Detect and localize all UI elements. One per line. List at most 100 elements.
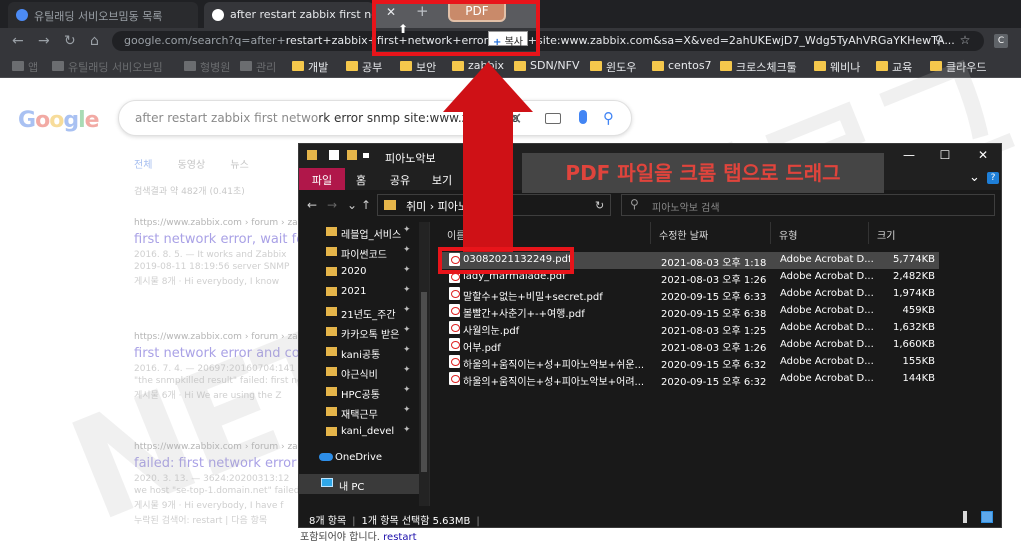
file-name: 하울의+움직이는+성+피아노악보+어려... [463, 377, 645, 388]
instruction-banner: PDF 파일을 크롬 탭으로 드래그 [522, 153, 884, 193]
bookmark-folder[interactable]: centos7 [652, 59, 712, 75]
nav-item[interactable]: 재택근무 ✦ [299, 402, 419, 422]
folder-icon [292, 61, 304, 71]
folder-icon [720, 61, 732, 71]
bookmark-item[interactable]: 형병원 [184, 59, 230, 75]
file-date: 2021-08-03 오후 1:18 [661, 258, 767, 269]
keyboard-icon[interactable] [545, 113, 561, 124]
pdf-file-icon [449, 304, 460, 317]
bookmark-folder[interactable]: 교육 [876, 59, 912, 75]
nav-item[interactable]: 파이썬코드 ✦ [299, 242, 419, 262]
nav-item[interactable]: HPC공통 ✦ [299, 382, 419, 402]
search-tabs: 전체 동영상 뉴스 [134, 156, 271, 171]
tab-home[interactable]: 홈 [351, 168, 371, 190]
forward-icon[interactable]: → [38, 33, 50, 49]
file-row[interactable]: 사월의눈.pdf 2021-08-03 오후 1:25 Adobe Acroba… [439, 320, 939, 337]
status-bar: 8개 항목 | 1개 항목 선택함 5.63MB | [299, 507, 1001, 527]
bookmark-folder[interactable]: 클라우드 [930, 59, 986, 75]
nav-item[interactable]: kani공통 ✦ [299, 342, 419, 362]
large-icons-view-icon[interactable] [981, 511, 993, 523]
forward-icon[interactable]: → [327, 198, 337, 212]
file-row[interactable]: 하울의+움직이는+성+피아노악보+어려... 2020-09-15 오후 6:3… [439, 371, 939, 388]
google-logo[interactable]: Google [18, 108, 100, 133]
tab-share[interactable]: 공유 [387, 168, 413, 190]
folder-icon [326, 307, 337, 316]
microphone-icon[interactable] [579, 110, 587, 124]
zoom-search-icon[interactable]: ⚲ [932, 33, 946, 47]
address-bar[interactable]: google.com/search?q=after+restart+zabbix… [112, 31, 984, 51]
bookmark-apps[interactable]: 앱 [12, 59, 38, 75]
help-icon[interactable]: ? [987, 172, 999, 184]
recent-locations-icon[interactable]: ⌄ [347, 198, 357, 212]
nav-item-onedrive[interactable]: OneDrive [299, 448, 419, 468]
folder-icon [326, 367, 337, 376]
result-title[interactable]: failed: first network error [134, 456, 304, 471]
nav-item[interactable]: kani_devel ✦ [299, 422, 419, 442]
bookmark-folder[interactable]: 공부 [346, 59, 382, 75]
file-row[interactable]: 말할수+없는+비밀+secret.pdf 2020-09-15 오후 6:33 … [439, 286, 939, 303]
properties-icon[interactable] [329, 150, 339, 160]
bookmark-folder[interactable]: 웨비나 [814, 59, 860, 75]
back-icon[interactable]: ← [307, 198, 317, 212]
file-size: 1,632KB [892, 322, 935, 333]
nav-item[interactable]: 2020 ✦ [299, 262, 419, 282]
tab-all[interactable]: 전체 [134, 160, 152, 171]
new-folder-icon[interactable] [347, 150, 357, 160]
quick-access-dropdown-icon[interactable] [363, 153, 369, 158]
minimize-icon[interactable]: — [899, 147, 919, 163]
bookmark-folder[interactable]: 크로스체크툴 [720, 59, 797, 75]
details-view-icon[interactable] [963, 511, 967, 523]
bookmark-item[interactable]: 유틸래딩 서비오브밈 [52, 59, 163, 75]
back-icon[interactable]: ← [12, 33, 24, 49]
file-row[interactable]: 볼빨간+사춘기+-+여행.pdf 2020-09-15 오후 6:38 Adob… [439, 303, 939, 320]
address-row: ← → ⌄ ↑ 취미 › 피아노악보 ↻ ⚲ 피아노악보 검색 [299, 190, 1001, 220]
search-query[interactable]: after restart zabbix first network error… [135, 111, 519, 125]
result-title[interactable]: first network error and con [134, 346, 304, 361]
nav-item[interactable]: 카카오톡 받은 ✦ [299, 322, 419, 342]
result-title[interactable]: first network error, wait for 15 s [134, 232, 304, 247]
bookmark-item[interactable]: 관리 [240, 59, 276, 75]
nav-item[interactable]: 야근식비 ✦ [299, 362, 419, 382]
tab-file[interactable]: 파일 [299, 168, 345, 190]
browser-tab-1[interactable]: 유틸래딩 서비오브밈동 목록 [8, 2, 198, 28]
nav-item[interactable]: 레블업_서비스 ✦ [299, 222, 419, 242]
nav-item[interactable]: 21년도_주간 ✦ [299, 302, 419, 322]
result-snippet: "the snmpkilled result" failed: first ne [134, 376, 303, 386]
pdf-file-icon [449, 372, 460, 385]
bookmark-folder[interactable]: 개발 [292, 59, 328, 75]
highlight-box-file [438, 247, 574, 274]
up-folder-icon[interactable]: ↑ [361, 198, 371, 212]
folder-search-input[interactable]: ⚲ 피아노악보 검색 [621, 194, 995, 216]
refresh-icon[interactable]: ↻ [595, 199, 604, 212]
search-result: https://www.zabbix.com › forum › zabbix-… [134, 442, 304, 528]
file-row[interactable]: 어부.pdf 2021-08-03 오후 1:26 Adobe Acrobat … [439, 337, 939, 354]
file-type: Adobe Acrobat D... [780, 373, 874, 384]
file-row[interactable]: 하울의+움직이는+성+피아노악보+쉬운... 2020-09-15 오후 6:3… [439, 354, 939, 371]
maximize-icon[interactable]: ☐ [935, 147, 955, 163]
bookmark-folder[interactable]: 보안 [400, 59, 436, 75]
browser-tab-active[interactable]: after restart zabbix first netwo [204, 2, 374, 28]
folder-icon [652, 61, 664, 71]
column-header-type[interactable]: 유형 [771, 222, 869, 244]
nav-item[interactable]: 2021 ✦ [299, 282, 419, 302]
expand-ribbon-icon[interactable]: ⌄ [969, 170, 980, 185]
extension-icon[interactable]: C [994, 34, 1008, 48]
google-search-box[interactable]: after restart zabbix first network error… [118, 100, 632, 136]
nav-pane-scrollbar[interactable] [419, 222, 429, 506]
scrollbar-thumb[interactable] [421, 292, 427, 472]
folder-icon [590, 61, 602, 71]
search-icon[interactable]: ⚲ [603, 109, 614, 127]
missing-term-link[interactable]: restart [383, 532, 416, 541]
pane-splitter[interactable] [429, 222, 430, 506]
column-header-size[interactable]: 크기 [869, 222, 939, 244]
nav-item-this-pc[interactable]: 내 PC [299, 474, 419, 494]
tab-videos[interactable]: 동영상 [178, 160, 206, 171]
home-icon[interactable]: ⌂ [90, 33, 99, 49]
bookmark-star-icon[interactable]: ☆ [958, 33, 972, 47]
reload-icon[interactable]: ↻ [64, 33, 76, 49]
column-header-date[interactable]: 수정한 날짜 [651, 222, 771, 244]
tab-view[interactable]: 보기 [429, 168, 455, 190]
bookmark-folder[interactable]: 윈도우 [590, 59, 636, 75]
close-icon[interactable]: ✕ [973, 147, 993, 163]
tab-news[interactable]: 뉴스 [230, 160, 248, 171]
